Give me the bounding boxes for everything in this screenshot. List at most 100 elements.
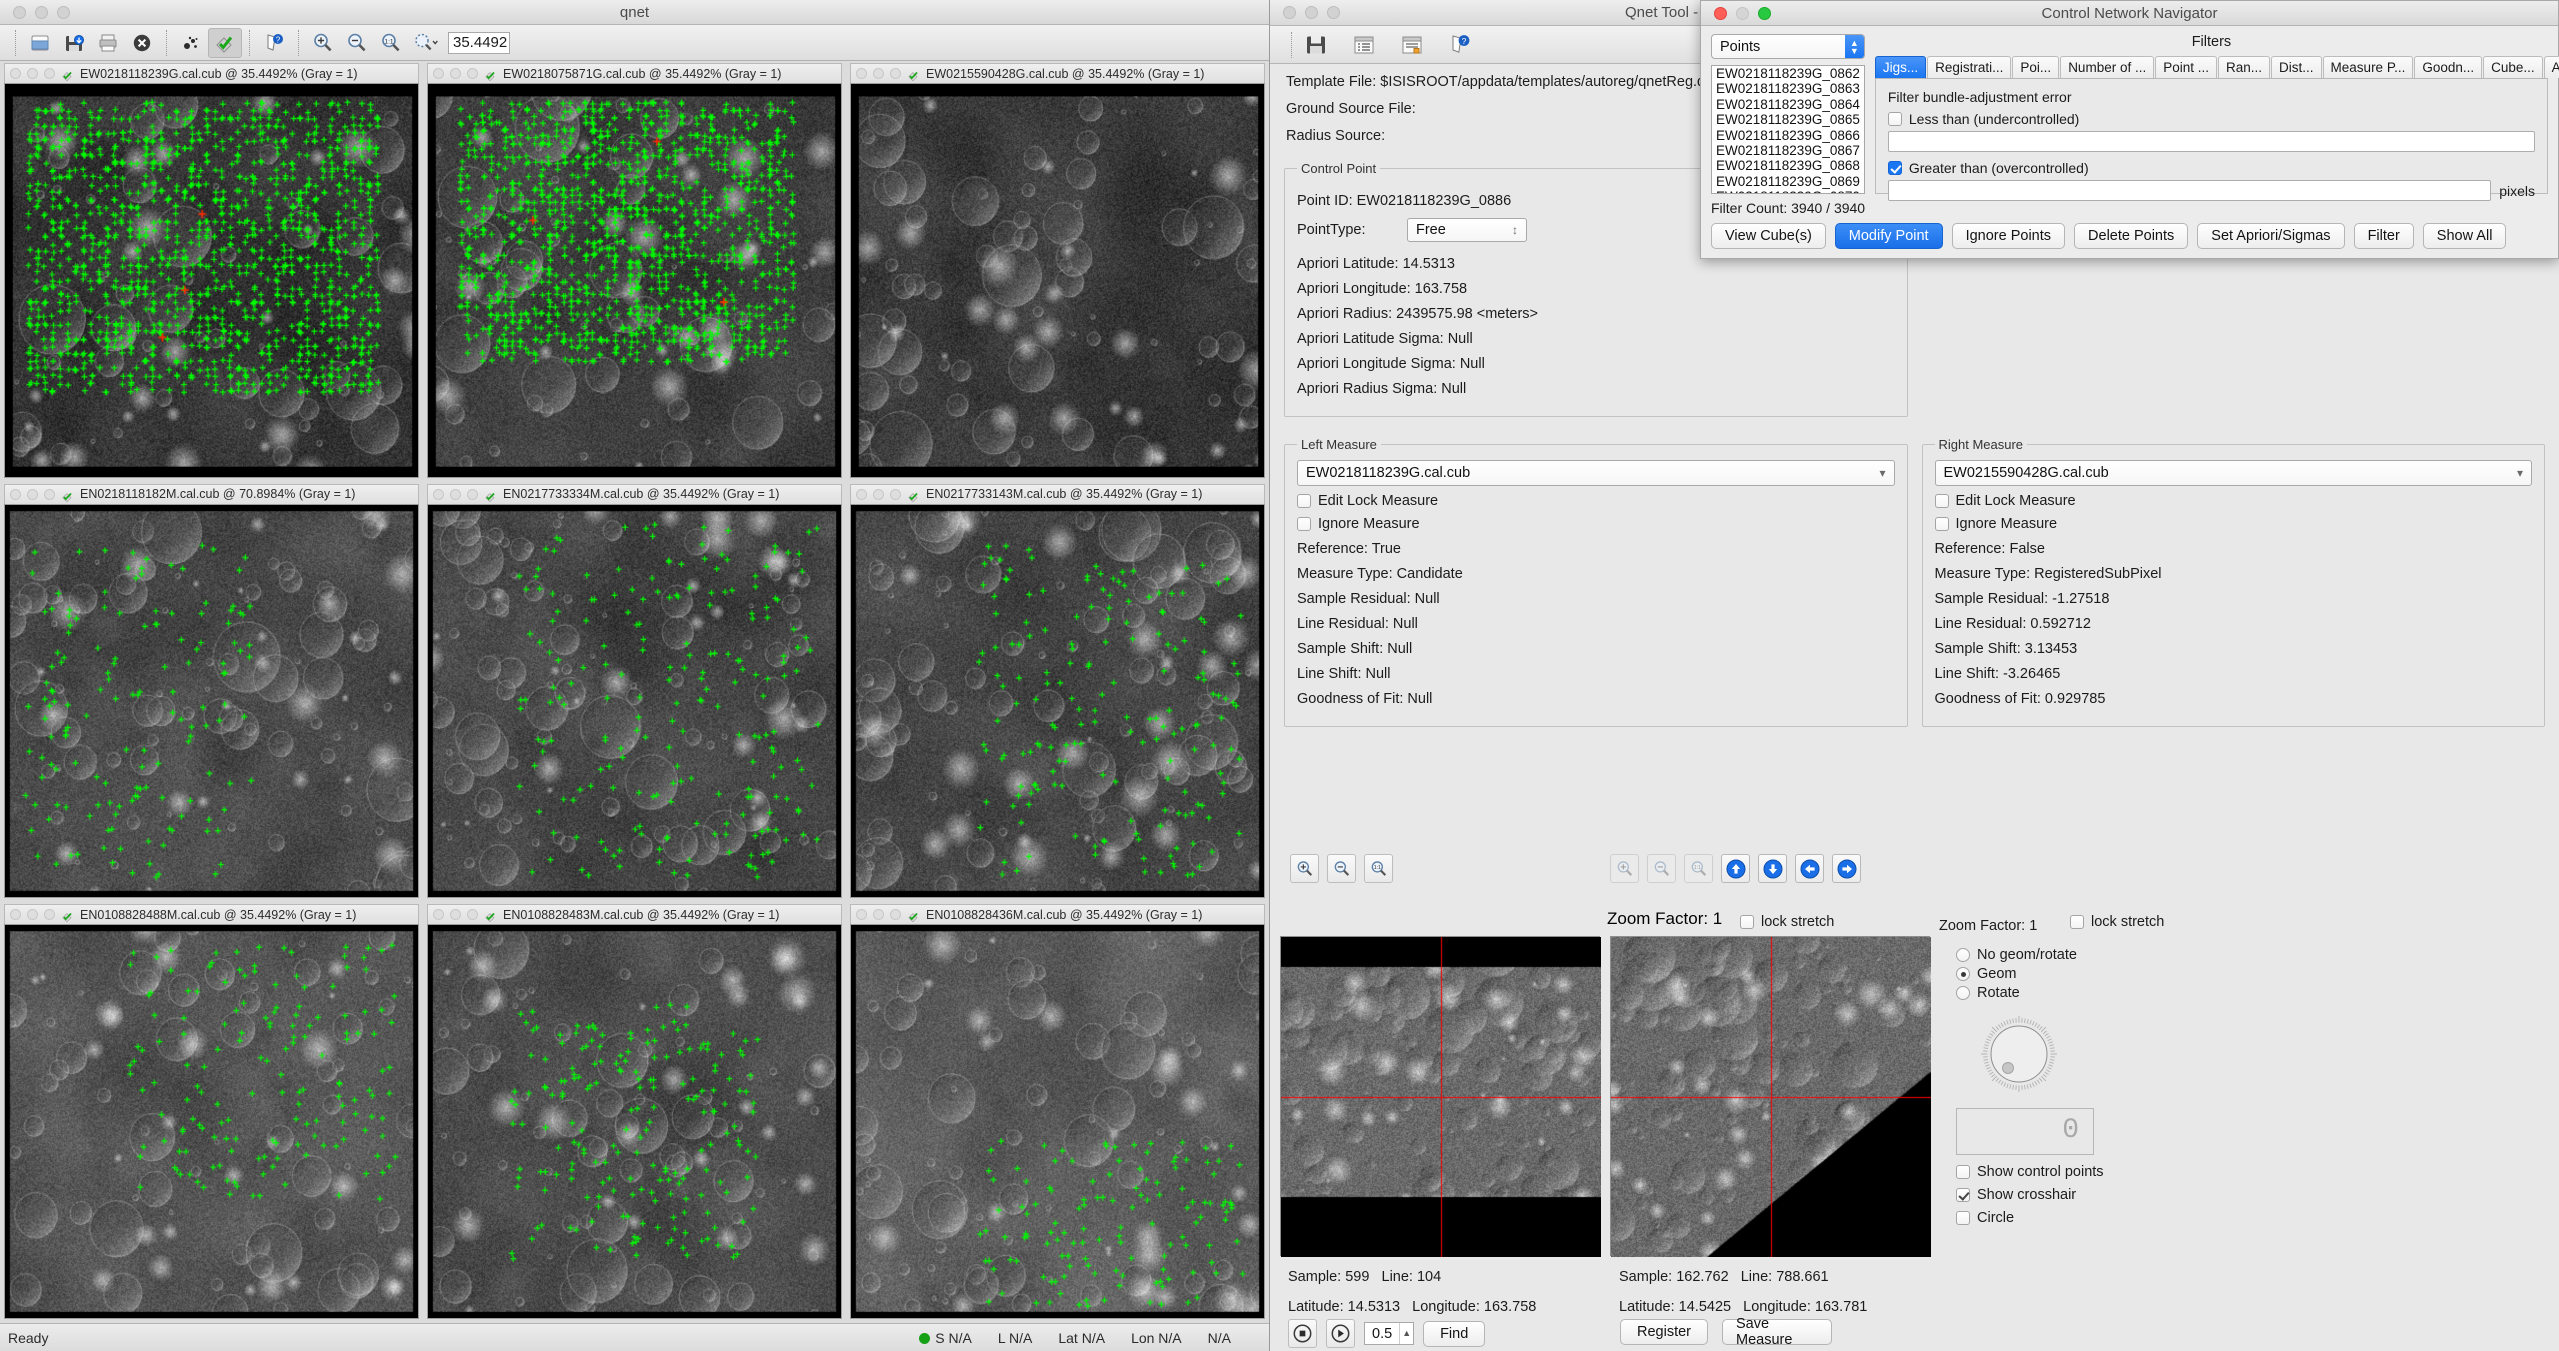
zoom-value-input[interactable]: 35.4492 xyxy=(448,31,510,54)
filter-tab-9[interactable]: Cube... xyxy=(2483,56,2543,78)
filter-tab-5[interactable]: Ran... xyxy=(2218,56,2271,78)
left-zoom-one-button[interactable]: 1:1 xyxy=(1364,854,1393,883)
close-window-button[interactable] xyxy=(10,488,21,500)
geom-radio[interactable]: Geom xyxy=(1956,966,2141,982)
navigator-button-show-all[interactable]: Show All xyxy=(2422,223,2507,249)
image-canvas-viewport[interactable] xyxy=(850,503,1265,899)
point-list-item[interactable]: EW0218118239G_0866 xyxy=(1712,128,1864,143)
zoom-in-icon[interactable] xyxy=(306,28,340,58)
left-ignore-measure-checkbox[interactable]: Ignore Measure xyxy=(1297,516,1895,532)
navigator-button-view-cube-s[interactable]: View Cube(s) xyxy=(1711,223,1826,249)
image-canvas[interactable] xyxy=(428,84,841,477)
close-window-button[interactable] xyxy=(856,488,867,500)
left-chip-canvas[interactable] xyxy=(1281,937,1601,1257)
navigator-button-modify-point[interactable]: Modify Point xyxy=(1834,223,1943,249)
filter-tab-1[interactable]: Registrati... xyxy=(1927,56,2012,78)
maximize-window-button[interactable] xyxy=(890,488,901,500)
start-blink-button[interactable] xyxy=(1326,1319,1355,1348)
move-left-button[interactable] xyxy=(1795,854,1824,883)
point-list[interactable]: EW0218118239G_0862 EW0218118239G_0863 EW02… xyxy=(1711,65,1865,194)
image-canvas[interactable] xyxy=(428,504,841,898)
minimize-window-button[interactable] xyxy=(27,909,38,921)
left-measure-cube-select[interactable]: EW0218118239G.cal.cub ▾ xyxy=(1297,460,1895,486)
image-canvas[interactable] xyxy=(428,925,841,1318)
zoom-1-to-1-icon[interactable]: 1:1 xyxy=(374,28,408,58)
left-chip-viewport[interactable] xyxy=(1280,936,1601,1257)
left-edit-lock-checkbox[interactable]: Edit Lock Measure xyxy=(1297,493,1895,509)
list-points-icon[interactable] xyxy=(1347,30,1381,60)
minimize-window-button[interactable] xyxy=(873,68,884,79)
print-icon[interactable] xyxy=(91,28,125,58)
point-list-item[interactable]: EW0218118239G_0863 xyxy=(1712,81,1864,96)
minimize-window-button[interactable] xyxy=(450,488,461,500)
filter-tab-4[interactable]: Point ... xyxy=(2155,56,2217,78)
show-control-points-checkbox[interactable]: Show control points xyxy=(1956,1164,2141,1180)
point-table-icon[interactable] xyxy=(1395,30,1429,60)
close-window-button[interactable] xyxy=(433,68,444,79)
filter-tab-10[interactable]: Activi... xyxy=(2543,56,2559,78)
maximize-window-button[interactable] xyxy=(890,68,901,79)
close-window-button[interactable] xyxy=(856,68,867,79)
maximize-window-button[interactable] xyxy=(44,488,55,500)
circle-checkbox[interactable]: Circle xyxy=(1956,1210,2141,1226)
points-tool-icon[interactable] xyxy=(174,28,208,58)
right-chip-viewport[interactable] xyxy=(1610,936,1931,1257)
filter-tab-6[interactable]: Dist... xyxy=(2271,56,2322,78)
image-canvas-viewport[interactable] xyxy=(427,83,842,478)
no-geom-rotate-radio[interactable]: No geom/rotate xyxy=(1956,947,2141,963)
filter-tab-2[interactable]: Poi... xyxy=(2012,56,2060,78)
close-window-button[interactable] xyxy=(856,909,867,921)
maximize-window-button[interactable] xyxy=(467,68,478,79)
maximize-window-button[interactable] xyxy=(467,909,478,921)
point-list-item[interactable]: EW0218118239G_0862 xyxy=(1712,66,1864,81)
navigator-button-ignore-points[interactable]: Ignore Points xyxy=(1951,223,2066,249)
zoom-out-icon[interactable] xyxy=(340,28,374,58)
navigator-mode-select[interactable]: Points ▲ ▼ xyxy=(1711,34,1865,59)
right-measure-cube-select[interactable]: EW0215590428G.cal.cub ▾ xyxy=(1934,460,2532,486)
image-canvas-viewport[interactable] xyxy=(4,83,419,478)
right-chip-canvas[interactable] xyxy=(1611,937,1931,1257)
minimize-window-button[interactable] xyxy=(450,68,461,79)
point-list-item[interactable]: EW0218118239G_0869 xyxy=(1712,174,1864,189)
find-button[interactable]: Find xyxy=(1423,1320,1486,1347)
close-window-button[interactable] xyxy=(433,488,444,500)
image-canvas-viewport[interactable] xyxy=(4,924,419,1319)
filter-tab-3[interactable]: Number of ... xyxy=(2060,56,2155,78)
point-list-item[interactable]: EW0218118239G_0864 xyxy=(1712,97,1864,112)
right-lock-stretch-checkbox[interactable]: lock stretch xyxy=(2070,914,2164,930)
move-up-button[interactable] xyxy=(1721,854,1750,883)
image-canvas-viewport[interactable] xyxy=(850,83,1265,478)
stop-blink-button[interactable] xyxy=(1288,1319,1317,1348)
filter-tab-8[interactable]: Goodn... xyxy=(2414,56,2483,78)
image-canvas[interactable] xyxy=(5,925,418,1318)
image-canvas-viewport[interactable] xyxy=(427,503,842,899)
right-zoom-in-button[interactable] xyxy=(1610,854,1639,883)
whats-this-icon[interactable]: ? xyxy=(1443,30,1477,60)
left-zoom-out-button[interactable] xyxy=(1327,854,1356,883)
image-canvas-viewport[interactable] xyxy=(850,924,1265,1319)
image-canvas-viewport[interactable] xyxy=(4,503,419,899)
less-than-checkbox[interactable]: Less than (undercontrolled) xyxy=(1887,111,2535,127)
maximize-window-button[interactable] xyxy=(890,909,901,921)
whats-this-icon[interactable]: ? xyxy=(257,28,291,58)
point-list-item[interactable]: EW0218118239G_0868 xyxy=(1712,158,1864,173)
right-edit-lock-checkbox[interactable]: Edit Lock Measure xyxy=(1934,493,2533,509)
image-canvas[interactable] xyxy=(851,925,1264,1318)
rotate-radio[interactable]: Rotate xyxy=(1956,985,2141,1001)
maximize-window-button[interactable] xyxy=(44,909,55,921)
navigator-button-delete-points[interactable]: Delete Points xyxy=(2074,223,2189,249)
close-icon[interactable] xyxy=(125,28,159,58)
point-type-select[interactable]: Free ↕ xyxy=(1407,218,1527,242)
maximize-window-button[interactable] xyxy=(44,68,55,79)
image-canvas[interactable] xyxy=(5,84,418,477)
image-canvas[interactable] xyxy=(851,504,1264,898)
qnet-tool-icon[interactable] xyxy=(208,27,242,58)
filter-tab-7[interactable]: Measure P... xyxy=(2322,56,2414,78)
blink-rate-spinner[interactable]: 0.5 ▲ xyxy=(1364,1322,1415,1345)
stepper-icon[interactable]: ▲ ▼ xyxy=(1844,35,1864,58)
left-zoom-in-button[interactable] xyxy=(1290,854,1319,883)
point-list-item[interactable]: EW0218118239G_0865 xyxy=(1712,112,1864,127)
minimize-window-button[interactable] xyxy=(873,909,884,921)
close-window-button[interactable] xyxy=(10,909,21,921)
minimize-window-button[interactable] xyxy=(450,909,461,921)
